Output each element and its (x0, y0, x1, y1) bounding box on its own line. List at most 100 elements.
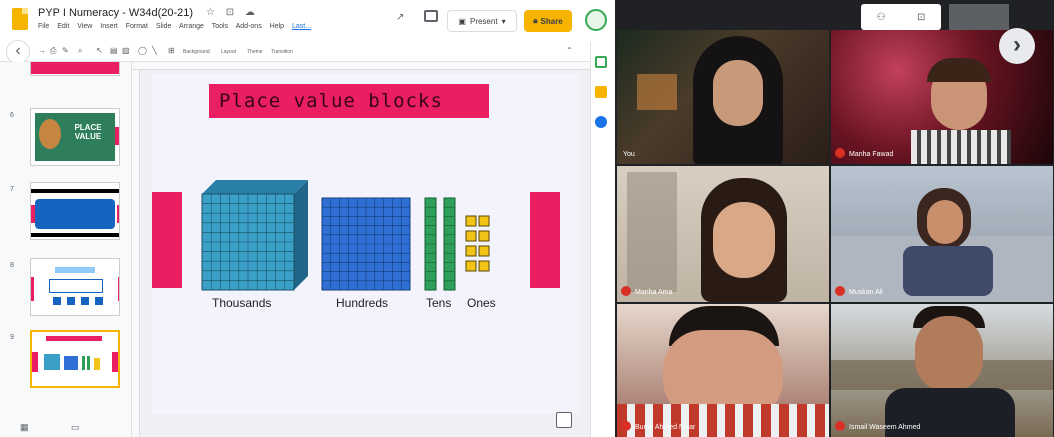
slide-thumbnail[interactable] (30, 182, 120, 240)
redo-icon[interactable]: → (38, 46, 46, 55)
menu-view[interactable]: View (77, 23, 92, 30)
next-page-button[interactable]: › (999, 28, 1035, 64)
print-icon[interactable]: ⎙ (50, 46, 56, 56)
filmstrip-footer: ▦ ▭ (20, 422, 120, 436)
menu-file[interactable]: File (38, 23, 49, 30)
collapse-icon[interactable]: ⌃ (566, 46, 573, 55)
keep-icon[interactable] (595, 86, 607, 98)
layout-button[interactable]: Layout (218, 47, 239, 57)
slide-thumbnail[interactable] (30, 258, 120, 316)
video-call-window: ⚇ ⊡ You Manha Fawad › Manha Ama Muskan A… (615, 0, 1054, 437)
transition-button[interactable]: Transition (268, 47, 296, 57)
place-value-blocks[interactable] (152, 164, 580, 424)
menu-format[interactable]: Format (126, 23, 148, 30)
participant-tile[interactable]: You (617, 30, 829, 164)
ones-cube[interactable] (478, 260, 490, 272)
menu-bar: File Edit View Insert Format Slide Arran… (38, 23, 317, 30)
pin-icon[interactable]: ⊡ (917, 12, 925, 23)
filmstrip-view-icon[interactable]: ▭ (71, 422, 80, 432)
participant-name: You (623, 151, 635, 158)
slide-thumbnail[interactable]: PLACE VALUE (30, 108, 120, 166)
activity-icon[interactable]: ↗ (396, 12, 410, 23)
label-thousands: Thousands (212, 296, 272, 310)
paint-format-icon[interactable]: ✎ (62, 46, 69, 55)
ones-cube[interactable] (465, 230, 477, 242)
background-button[interactable]: Background (180, 47, 213, 57)
select-icon[interactable]: ↖ (96, 46, 103, 55)
muted-icon (835, 148, 845, 158)
last-edit-link[interactable]: Last... (292, 23, 311, 30)
ones-block[interactable] (465, 215, 490, 272)
thumbnail-caption: PLACE VALUE (74, 123, 102, 141)
meet-controls: ⚇ ⊡ (861, 4, 941, 30)
participant-name: Burak Ahmed Nizar (635, 424, 696, 431)
slide-number: 7 (10, 186, 14, 193)
participant-name: Manha Ama (635, 289, 673, 296)
slide-number: 9 (10, 334, 14, 341)
textbox-icon[interactable]: ▤ (110, 46, 118, 55)
zoom-icon[interactable]: ⌕ (78, 46, 82, 56)
calendar-icon[interactable] (595, 56, 607, 68)
shape-icon[interactable]: ◯ (138, 46, 147, 55)
participant-tile[interactable]: Muskan Ali (831, 166, 1053, 302)
label-hundreds: Hundreds (336, 296, 389, 310)
menu-help[interactable]: Help (270, 23, 284, 30)
ones-cube[interactable] (465, 260, 477, 272)
menu-arrange[interactable]: Arrange (179, 23, 204, 30)
menu-tools[interactable]: Tools (212, 23, 228, 30)
muted-icon (835, 286, 845, 296)
document-title[interactable]: PYP I Numeracy - W34d(20-21) (38, 7, 193, 19)
ones-cube[interactable] (478, 245, 490, 257)
menu-addons[interactable]: Add-ons (236, 23, 262, 30)
comment-icon[interactable] (424, 10, 438, 22)
label-ones: Ones (467, 296, 496, 310)
grid-view-icon[interactable]: ▦ (20, 422, 29, 432)
undo-icon[interactable]: ‹ (6, 40, 30, 64)
title-bar: PYP I Numeracy - W34d(20-21) ☆ ⊡ ☁ File … (0, 0, 612, 42)
slide-thumbnail-selected[interactable] (30, 330, 120, 388)
line-icon[interactable]: ╲ (152, 46, 157, 55)
present-button[interactable]: ▣ Present ▾ (447, 10, 517, 32)
ruler-vertical (132, 70, 140, 437)
explore-icon[interactable] (556, 412, 572, 428)
ones-cube[interactable] (465, 245, 477, 257)
slides-logo-icon[interactable] (12, 8, 28, 30)
comment-add-icon[interactable]: ⊞ (168, 46, 175, 55)
participant-tile[interactable]: Manha Ama (617, 166, 829, 302)
ones-cube[interactable] (478, 230, 490, 242)
ones-cube[interactable] (478, 215, 490, 227)
present-icon: ▣ (458, 16, 466, 26)
theme-button[interactable]: Theme (244, 47, 266, 57)
presenter-tile[interactable] (949, 4, 1009, 30)
menu-edit[interactable]: Edit (57, 23, 69, 30)
share-button[interactable]: 🔒︎ Share (524, 10, 572, 32)
tasks-icon[interactable] (595, 116, 607, 128)
current-slide[interactable]: Place value blocks Thousands Hundreds Te… (152, 74, 580, 414)
participant-tile[interactable]: Burak Ahmed Nizar (617, 304, 829, 437)
meet-header: ⚇ ⊡ (615, 0, 1054, 30)
star-icon[interactable]: ☆ ⊡ ☁ (206, 7, 259, 18)
menu-slide[interactable]: Slide (156, 23, 172, 30)
participant-name: Muskan Ali (849, 289, 883, 296)
muted-icon (621, 421, 631, 431)
participant-tile[interactable]: Ismail Waseem Ahmed (831, 304, 1053, 437)
slide-title[interactable]: Place value blocks (209, 84, 489, 118)
tens-block[interactable] (424, 197, 456, 291)
people-icon[interactable]: ⚇ (877, 12, 886, 23)
slide-filmstrip: 6 PLACE VALUE 7 8 9 ▦ ▭ (0, 62, 132, 437)
hundreds-block[interactable] (321, 197, 411, 291)
avatar[interactable] (585, 9, 607, 31)
muted-icon (621, 286, 631, 296)
slide-number: 6 (10, 112, 14, 119)
share-label: Share (540, 16, 563, 26)
side-panel-rail (590, 42, 612, 437)
participant-name: Ismail Waseem Ahmed (849, 424, 921, 431)
image-icon[interactable]: ▨ (122, 46, 130, 55)
lock-icon: 🔒︎ (533, 16, 538, 25)
ruler-horizontal (132, 62, 590, 70)
menu-insert[interactable]: Insert (100, 23, 118, 30)
participant-name: Manha Fawad (849, 151, 894, 158)
ones-cube[interactable] (465, 215, 477, 227)
thousands-block[interactable] (201, 180, 308, 291)
slide-thumbnail[interactable] (30, 62, 120, 76)
